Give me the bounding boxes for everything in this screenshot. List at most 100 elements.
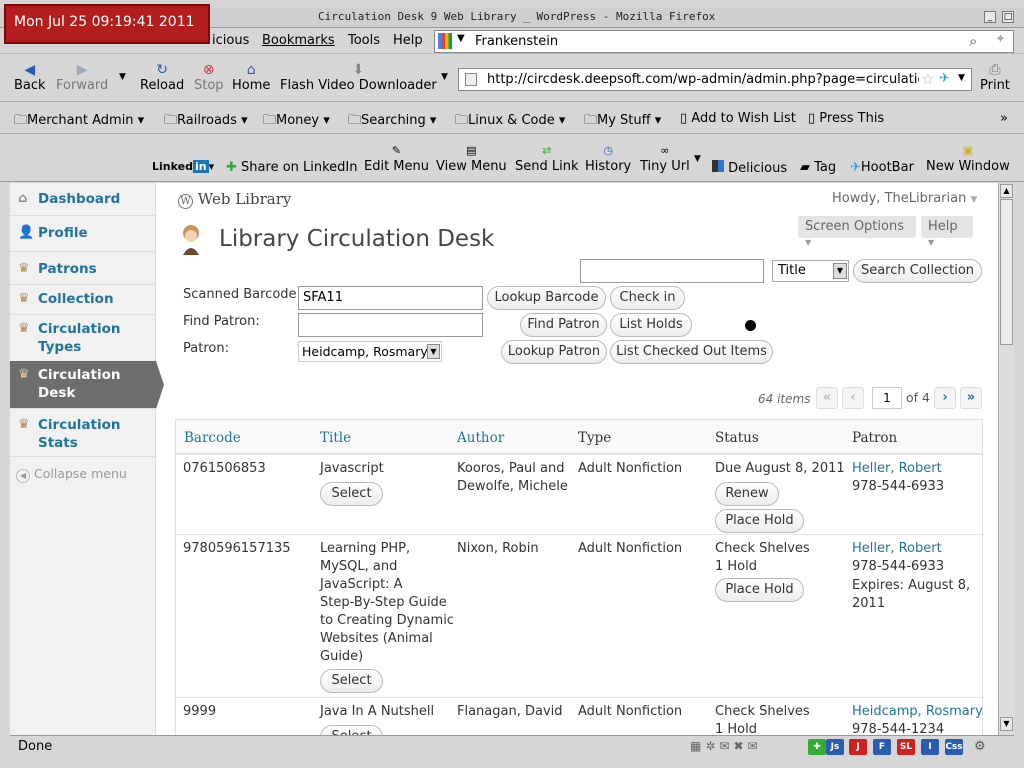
delicious-button[interactable]: Delicious — [712, 160, 787, 176]
header-author[interactable]: Author — [457, 430, 504, 446]
history-button[interactable]: ◷ History — [585, 144, 631, 174]
print-button[interactable]: ⎙ Print — [980, 62, 1010, 93]
chevron-down-icon[interactable]: ▼ — [457, 33, 465, 44]
howdy-menu[interactable]: Howdy, TheLibrarian ▼ — [832, 191, 977, 206]
puzzle-icon[interactable]: ✚ — [808, 739, 826, 755]
reload-button[interactable]: ↻ Reload — [140, 62, 184, 93]
bookmark-folder-railroads[interactable]: 🗀Railroads ▾ — [164, 111, 248, 133]
sidebar-item-circulation-stats[interactable]: ♛ Circulation Stats — [10, 409, 156, 457]
prev-page-button[interactable]: ‹ — [842, 387, 864, 409]
sidebar-item-circulation-types[interactable]: ♛ Circulation Types — [10, 315, 156, 363]
check-in-button[interactable]: Check in — [610, 286, 685, 310]
addon-status-icons[interactable]: ▦✲✉✖✉ — [690, 739, 786, 755]
sidebar-item-circulation-desk[interactable]: ♛ Circulation Desk — [10, 361, 156, 409]
web-search-field[interactable]: ▼ Frankenstein ⌕ ✦ — [434, 30, 1014, 53]
patron-select[interactable]: Heidcamp, Rosmary ▼ — [298, 341, 442, 362]
url-bar[interactable]: http://circdesk.deepsoft.com/wp-admin/ad… — [458, 68, 972, 91]
back-button[interactable]: ◀ Back — [14, 62, 46, 93]
settings-icon[interactable]: ⚙ — [974, 739, 986, 754]
scroll-thumb[interactable] — [1000, 199, 1013, 345]
select-button[interactable]: Select — [320, 669, 383, 693]
menu-partial[interactable]: icious — [212, 33, 249, 48]
screen-options-tab[interactable]: Screen Options ▼ — [798, 216, 916, 247]
home-button[interactable]: ⌂ Home — [232, 62, 270, 93]
header-title[interactable]: Title — [320, 430, 351, 446]
search-field-select[interactable]: Title ▼ — [772, 260, 849, 282]
history-dropdown-icon[interactable]: ▼ — [119, 72, 126, 82]
search-collection-button[interactable]: Search Collection — [853, 259, 982, 283]
find-patron-button[interactable]: Find Patron — [520, 313, 607, 337]
share-on-linkedin-button[interactable]: ✚ Share on LinkedIn — [226, 160, 358, 175]
tiny-url-button[interactable]: ∞ Tiny Url — [640, 144, 690, 174]
list-holds-button[interactable]: List Holds — [610, 313, 692, 337]
header-barcode[interactable]: Barcode — [184, 430, 241, 446]
minimize-button[interactable]: _ — [984, 11, 996, 23]
site-header[interactable]: W Web Library — [178, 190, 291, 209]
list-checked-out-items-button[interactable]: List Checked Out Items — [610, 340, 773, 364]
hootbar-button[interactable]: ✈HootBar — [850, 160, 914, 175]
new-window-icon: ▣ — [962, 144, 974, 157]
renew-button[interactable]: Renew — [715, 482, 779, 506]
bookmark-folder-money[interactable]: 🗀Money ▾ — [263, 111, 330, 133]
bookmark-press-this[interactable]: ▯ Press This — [808, 111, 884, 126]
sidebar-item-dashboard[interactable]: ⌂ Dashboard — [10, 183, 156, 216]
barcode-input[interactable]: SFA11 — [298, 286, 483, 310]
edit-menu-button[interactable]: ✎ Edit Menu — [364, 144, 429, 174]
patron-link[interactable]: Heller, Robert — [852, 460, 942, 478]
select-button[interactable]: Select — [320, 482, 383, 506]
current-page-input[interactable]: 1 — [872, 387, 902, 409]
bookmark-star-icon[interactable]: ☆ — [921, 70, 934, 88]
css-status-icon[interactable]: Css — [945, 739, 963, 755]
menu-bookmarks[interactable]: Bookmarks — [262, 33, 335, 48]
scroll-down-icon[interactable]: ▼ — [1000, 717, 1013, 731]
vertical-scrollbar[interactable]: ▲ ▼ — [998, 183, 1014, 735]
linkedin-menu[interactable]: Linked in ▾ — [152, 160, 214, 173]
bookmark-folder-searching[interactable]: 🗀Searching ▾ — [348, 111, 436, 133]
bookmark-folder-merchant-admin[interactable]: 🗀Merchant Admin ▾ — [14, 111, 144, 133]
flash-video-downloader-button[interactable]: ⬇ Flash Video Downloader — [280, 62, 437, 93]
flash-status-icon[interactable]: F — [873, 739, 891, 755]
first-page-button[interactable]: « — [816, 387, 838, 409]
sidebar-item-profile[interactable]: 👤 Profile — [10, 219, 156, 252]
url-dropdown-icon[interactable]: ▼ — [958, 73, 965, 83]
maximize-button[interactable]: □ — [1002, 11, 1014, 23]
sidebar-item-patrons[interactable]: ♛ Patrons — [10, 255, 156, 285]
menu-tools[interactable]: Tools — [348, 33, 380, 48]
js-status-icon[interactable]: Js — [826, 739, 844, 755]
help-tab[interactable]: Help ▼ — [921, 216, 973, 247]
find-patron-input[interactable] — [298, 313, 483, 337]
place-hold-button[interactable]: Place Hold — [715, 578, 804, 602]
select-button[interactable]: Select — [320, 725, 383, 735]
magnifier-icon[interactable]: ⌕ — [969, 32, 977, 50]
menu-help[interactable]: Help — [393, 33, 423, 48]
collection-search-input[interactable] — [580, 259, 764, 283]
bookmark-folder-my-stuff[interactable]: 🗀My Stuff ▾ — [584, 111, 661, 133]
java-status-icon[interactable]: J — [849, 739, 867, 755]
twitter-icon[interactable]: ✈ — [939, 71, 950, 86]
sidebar-item-collection[interactable]: ♛ Collection — [10, 285, 156, 315]
send-link-button[interactable]: ⇄ Send Link — [515, 144, 579, 174]
patron-link[interactable]: Heller, Robert — [852, 540, 942, 558]
image-status-icon[interactable]: I — [921, 739, 939, 755]
window-title: Circulation Desk 9 Web Library _ WordPre… — [318, 10, 716, 23]
next-page-button[interactable]: › — [934, 387, 956, 409]
silverlight-status-icon[interactable]: SL — [897, 739, 915, 755]
patron-link[interactable]: Heidcamp, Rosmary — [852, 703, 983, 721]
forward-button[interactable]: ▶ Forward — [56, 62, 108, 93]
bookmarks-overflow-icon[interactable]: » — [1000, 111, 1008, 126]
view-menu-button[interactable]: ▤ View Menu — [436, 144, 507, 174]
collapse-menu-button[interactable]: ◀ Collapse menu — [16, 466, 127, 483]
last-page-button[interactable]: » — [960, 387, 982, 409]
lookup-barcode-button[interactable]: Lookup Barcode — [487, 286, 606, 310]
tiny-url-dropdown-icon[interactable]: ▼ — [694, 154, 701, 164]
place-hold-button[interactable]: Place Hold — [715, 509, 804, 533]
stop-button[interactable]: ⊗ Stop — [194, 62, 224, 93]
tag-button[interactable]: ▰ Tag — [800, 160, 836, 175]
flash-dropdown-icon[interactable]: ▼ — [441, 72, 448, 82]
scroll-up-icon[interactable]: ▲ — [1000, 184, 1013, 198]
bookmark-add-to-wish-list[interactable]: ▯ Add to Wish List — [680, 111, 796, 126]
new-window-button[interactable]: ▣ New Window — [926, 144, 1010, 174]
bookmark-folder-linux-code[interactable]: 🗀Linux & Code ▾ — [455, 111, 565, 133]
lookup-patron-button[interactable]: Lookup Patron — [501, 340, 607, 364]
clear-icon[interactable]: ✦ — [995, 32, 1006, 47]
